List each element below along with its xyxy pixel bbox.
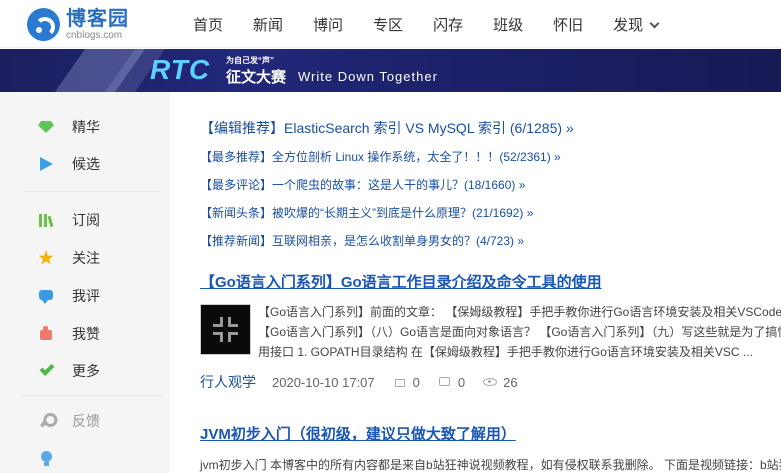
comment-count: 0: [457, 374, 466, 390]
sidebar-divider: [22, 191, 162, 192]
nav-zones[interactable]: 专区: [373, 14, 403, 35]
thumb-up-icon: [38, 326, 54, 342]
logo-title: 博客园: [66, 7, 129, 30]
comment-icon: [38, 288, 54, 304]
left-sidebar: 精华 候选 订阅 关注 我评 我赞 更多 反馈: [0, 92, 170, 473]
lightbulb-icon: [38, 451, 54, 467]
sidebar-item-label: 更多: [72, 363, 100, 379]
recommendation-link[interactable]: 【最多评论】一个爬虫的故事：这是人干的事儿？(18/1660) »: [200, 176, 525, 193]
nav-nostalgia[interactable]: 怀旧: [553, 14, 583, 35]
nav-ing[interactable]: 闪存: [433, 14, 463, 35]
nav-discover[interactable]: 发现: [613, 14, 660, 35]
post-summary: 【Go语言入门系列】前面的文章： 【保姆级教程】手把手教你进行Go语言环境安装及…: [258, 305, 781, 359]
comment-icon[interactable]: [438, 375, 452, 389]
sidebar-item-label: 关注: [72, 250, 100, 266]
nav-discover-label: 发现: [613, 16, 644, 34]
sidebar-item-candidates[interactable]: 候选: [38, 153, 100, 175]
avatar-mark: [213, 317, 223, 327]
nav-news[interactable]: 新闻: [253, 14, 283, 35]
top-navbar: 博客园 cnblogs.com 首页 新闻 博问 专区 闪存 班级 怀旧 发现: [0, 0, 781, 48]
sidebar-divider: [22, 395, 162, 396]
post-summary: jvm初步入门 本博客中的所有内容都是来自b站狂神说视频教程，如有侵权联系我删除…: [200, 458, 781, 472]
thumb-up-icon[interactable]: [393, 375, 407, 389]
site-logo[interactable]: 博客园 cnblogs.com: [27, 4, 129, 44]
nav-questions[interactable]: 博问: [313, 14, 343, 35]
like-count: 0: [412, 374, 420, 390]
main-nav: 首页 新闻 博问 专区 闪存 班级 怀旧 发现: [178, 0, 673, 48]
avatar-mark: [228, 332, 238, 342]
play-icon: [38, 156, 54, 172]
sidebar-item-ideas[interactable]: [38, 448, 72, 470]
avatar-mark: [213, 332, 223, 342]
star-icon: [38, 250, 54, 266]
eye-icon: [483, 375, 498, 389]
sidebar-item-label: 我评: [72, 288, 100, 304]
check-icon: [38, 361, 55, 379]
nav-home[interactable]: 首页: [193, 14, 223, 35]
banner-english: Write Down Together: [298, 69, 438, 84]
post-date: 2020-10-10 17:07: [272, 374, 375, 390]
recommendation-link[interactable]: 【新闻头条】被吹爆的“长期主义”到底是什么原理？(21/1692) »: [200, 204, 533, 221]
post-author-link[interactable]: 行人观学: [200, 372, 256, 392]
logo-subtitle: cnblogs.com: [66, 29, 123, 41]
chevron-down-icon: [649, 18, 660, 28]
banner-tagline: 为自己发“声”: [226, 56, 274, 65]
sidebar-item-subscriptions[interactable]: 订阅: [38, 209, 100, 231]
post-title-link[interactable]: JVM初步入门（很初级，建议只做大致了解用）: [200, 423, 516, 444]
sidebar-item-label: 我赞: [72, 326, 100, 342]
sidebar-item-following[interactable]: 关注: [38, 247, 100, 269]
author-avatar[interactable]: [200, 304, 251, 355]
sidebar-item-my-comments[interactable]: 我评: [38, 285, 100, 307]
banner-title: 征文大赛: [226, 69, 287, 86]
sidebar-item-label: 候选: [72, 156, 100, 172]
sidebar-item-feedback[interactable]: 反馈: [38, 410, 100, 432]
main-content: 【编辑推荐】ElasticSearch 索引 VS MySQL 索引 (6/12…: [170, 92, 781, 473]
sidebar-item-label: 精华: [72, 119, 100, 135]
post-title-link[interactable]: 【Go语言入门系列】Go语言工作目录介绍及命令工具的使用: [200, 271, 602, 292]
recommendation-link[interactable]: 【最多推荐】全方位剖析 Linux 操作系统，太全了！！！(52/2361) »: [200, 148, 561, 165]
recommendation-link[interactable]: 【编辑推荐】ElasticSearch 索引 VS MySQL 索引 (6/12…: [200, 118, 574, 138]
rss-logo-icon: [27, 7, 60, 41]
gem-icon: [38, 119, 54, 135]
banner-rtc-logo: RTC: [150, 54, 211, 85]
sidebar-item-more[interactable]: 更多: [38, 360, 100, 382]
nav-class[interactable]: 班级: [493, 14, 523, 35]
sidebar-item-my-likes[interactable]: 我赞: [38, 323, 100, 345]
wrench-icon: [38, 413, 54, 429]
recommendation-link[interactable]: 【推荐新闻】互联网相亲，是怎么收割单身男女的？(4/723) »: [200, 232, 524, 249]
sidebar-item-label: 反馈: [72, 413, 100, 429]
sidebar-item-label: 订阅: [72, 212, 100, 228]
books-icon: [38, 212, 54, 228]
rtc-contest-banner[interactable]: RTC 为自己发“声” 征文大赛 Write Down Together: [0, 49, 781, 92]
post-meta: 行人观学 2020-10-10 17:07 0 0 26: [200, 372, 536, 392]
view-count: 26: [503, 374, 518, 390]
avatar-mark: [228, 317, 238, 327]
sidebar-item-featured[interactable]: 精华: [38, 116, 100, 138]
